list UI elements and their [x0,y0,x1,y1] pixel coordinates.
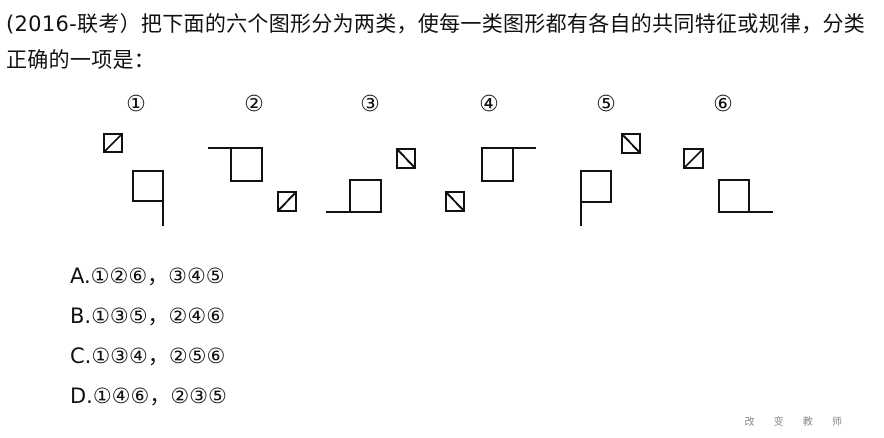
option-c[interactable]: C.①③④，②⑤⑥ [70,336,227,376]
figure-6-big-square [718,179,750,213]
figure-4-diagonal [445,191,465,212]
figure-1-big-square [132,170,164,202]
figure-5-big-square [580,170,612,203]
figure-3 [326,148,416,213]
figure-1 [103,133,164,226]
figure-2 [208,147,297,212]
figure-2-diagonal [277,191,297,212]
option-d[interactable]: D.①④⑥，②③⑤ [70,376,227,416]
figure-6 [683,148,773,213]
figure-1-diagonal [103,133,123,153]
figure-6-diagonal [683,148,704,169]
option-a[interactable]: A.①②⑥，③④⑤ [70,256,227,296]
figure-3-big-square [349,179,382,213]
watermark: 改 变 教 师 [744,417,850,428]
figure-4 [445,147,536,212]
figure-5-diagonal [621,133,641,154]
figure-4-big-square [481,147,514,182]
figure-2-big-square [230,147,263,182]
option-b[interactable]: B.①③⑤，②④⑥ [70,296,227,336]
answer-options: A.①②⑥，③④⑤ B.①③⑤，②④⑥ C.①③④，②⑤⑥ D.①④⑥，②③⑤ [70,256,227,416]
figure-5 [580,133,641,226]
figure-3-diagonal [396,148,416,169]
